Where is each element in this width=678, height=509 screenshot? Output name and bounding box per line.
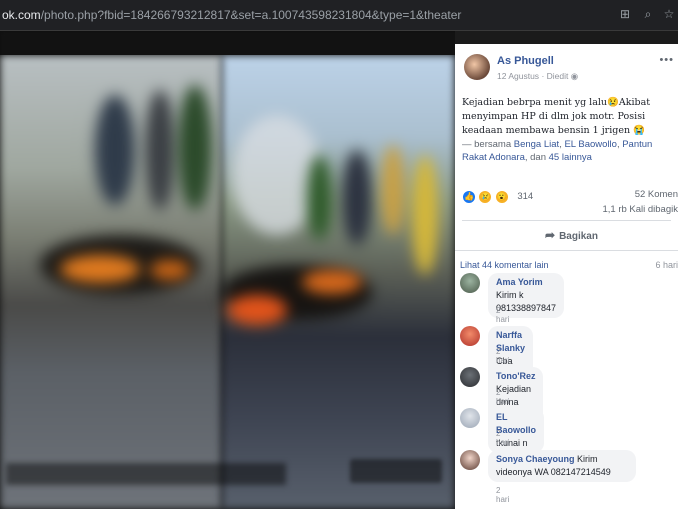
comment-bubble: Sonya Chaeyoung Kirim videonya WA 082147…	[488, 450, 636, 482]
browser-address-bar[interactable]: ok.com/photo.php?fbid=184266793212817&se…	[0, 0, 678, 31]
others-link[interactable]: 45 lainnya	[549, 152, 592, 163]
post-info-panel: As Phugell 12 Agustus · Diedit ◉ ••• Kej…	[455, 44, 678, 509]
commenter-name[interactable]: Tono'Rez	[496, 371, 535, 381]
video-caption-overlay	[6, 463, 286, 485]
post-date[interactable]: 12 Agustus	[497, 71, 539, 81]
tag-link[interactable]: Benga Liat	[514, 139, 559, 150]
globe-icon: ◉	[570, 71, 579, 81]
sad-reaction-icon: 😢	[478, 189, 493, 204]
author-name[interactable]: As Phugell	[497, 55, 554, 67]
comment-time[interactable]: 2 hari	[496, 486, 509, 504]
tags-joiner: dan	[530, 152, 546, 163]
commenter-avatar[interactable]	[460, 450, 480, 470]
photo-right-frame	[222, 55, 455, 509]
view-full-size-button[interactable]	[350, 459, 442, 483]
star-icon[interactable]: ☆	[662, 7, 676, 21]
divider	[455, 250, 678, 251]
comment-count[interactable]: 52 Komen	[635, 189, 678, 200]
post-text: Kejadian bebrpa menit yg lalu😢Akibat men…	[462, 97, 651, 136]
share-icon: ➦	[545, 228, 556, 242]
edited-label[interactable]: Diedit	[547, 71, 569, 81]
comment-time[interactable]: 2 hari	[496, 347, 509, 365]
reactions-summary[interactable]: 👍 😢 😮 314	[462, 188, 533, 204]
commenter-avatar[interactable]	[460, 326, 480, 346]
wow-reaction-icon: 😮	[494, 189, 509, 204]
like-reaction-icon: 👍	[462, 189, 476, 204]
commenter-name[interactable]: Sonya Chaeyoung	[496, 454, 575, 464]
comment-time[interactable]: 2 hari	[496, 388, 509, 406]
tag-link[interactable]: EL Baowollo	[564, 139, 616, 150]
tagged-people: — bersama Benga Liat, EL Baowollo, Pantu…	[462, 139, 653, 163]
commenter-avatar[interactable]	[460, 367, 480, 387]
view-more-comments-link[interactable]: Lihat 44 komentar lain	[460, 260, 549, 270]
older-comments-date: 6 hari	[655, 260, 678, 270]
commenter-name[interactable]: Ama Yorim	[496, 277, 543, 287]
with-prefix: — bersama	[462, 139, 512, 150]
commenter-avatar[interactable]	[460, 273, 480, 293]
comment-time[interactable]: 2 hari	[496, 429, 509, 447]
translate-icon[interactable]: ⊞	[618, 7, 632, 21]
photo-viewer	[0, 31, 455, 509]
post-meta: 12 Agustus · Diedit ◉	[497, 71, 578, 82]
photo-left-frame	[0, 55, 222, 509]
share-count[interactable]: 1,1 rb Kali dibagik	[602, 204, 678, 215]
more-options-icon[interactable]: •••	[659, 54, 674, 66]
comment-time[interactable]: 2 hari	[496, 306, 509, 324]
divider	[462, 220, 671, 221]
zoom-icon[interactable]: ⌕	[641, 7, 655, 21]
author-avatar[interactable]	[464, 54, 490, 80]
share-button[interactable]: ➦ Bagikan	[545, 228, 598, 242]
url-text[interactable]: ok.com/photo.php?fbid=184266793212817&se…	[2, 8, 461, 22]
reaction-count[interactable]: 314	[517, 191, 533, 202]
commenter-avatar[interactable]	[460, 408, 480, 428]
photo-image[interactable]	[0, 55, 455, 509]
